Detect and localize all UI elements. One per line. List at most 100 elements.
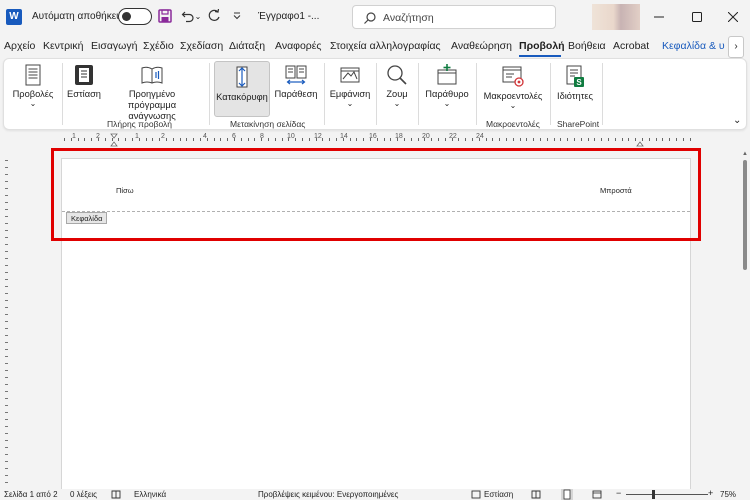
word-app-icon[interactable]: W — [6, 9, 22, 25]
zoom-level[interactable]: 75% — [720, 490, 736, 499]
focus-icon — [75, 65, 93, 85]
vertical-ruler-tick — [5, 223, 8, 224]
ribbon-scroll-right-icon[interactable]: › — [728, 36, 744, 58]
tab-mailings[interactable]: Στοιχεία αλληλογραφίας — [330, 40, 441, 52]
group-label-immersive: Πλήρης προβολή — [107, 119, 172, 129]
right-indent-marker-icon[interactable] — [636, 133, 644, 147]
focus-mode-icon[interactable] — [471, 490, 481, 499]
language[interactable]: Ελληνικά — [134, 490, 166, 499]
vertical-ruler-tick — [5, 265, 8, 266]
ruler-tick — [282, 138, 283, 141]
status-bar: Σελίδα 1 από 2 0 λέξεις Ελληνικά Προβλέψ… — [0, 488, 750, 500]
tab-references[interactable]: Αναφορές — [275, 40, 322, 52]
scroll-up-icon[interactable]: ▲ — [742, 151, 748, 157]
properties-button[interactable]: S Ιδιότητες — [552, 61, 598, 117]
redo-icon[interactable] — [206, 8, 222, 24]
horizontal-ruler[interactable]: 1 2 1 2 4 6 8 10 12 14 16 18 20 22 24 — [0, 133, 740, 147]
autosave-toggle[interactable] — [118, 8, 152, 25]
ruler-tick — [105, 138, 106, 141]
tab-draw[interactable]: Σχέδιο — [143, 40, 174, 52]
document-title[interactable]: Έγγραφο1 -... — [258, 11, 319, 22]
tab-insert[interactable]: Εισαγωγή — [91, 40, 137, 52]
proofing-icon[interactable] — [111, 490, 121, 499]
read-mode-icon[interactable] — [531, 490, 541, 499]
views-button[interactable]: Προβολές ⌄ — [8, 61, 58, 117]
zoom-slider-thumb[interactable] — [652, 490, 655, 499]
account-avatar[interactable] — [592, 4, 640, 30]
ruler-tick — [193, 138, 194, 141]
ribbon-separator — [418, 63, 419, 125]
ruler-number: 10 — [287, 133, 295, 140]
zoom-in-icon[interactable]: + — [708, 488, 713, 498]
vertical-ruler-tick — [5, 447, 8, 448]
vertical-ruler-tick — [5, 237, 8, 238]
ribbon-separator — [550, 63, 551, 125]
zoom-slider-track[interactable] — [626, 494, 708, 495]
macros-button[interactable]: Μακροεντολές ⌄ — [478, 61, 548, 117]
ruler-number: 16 — [369, 133, 377, 140]
ruler-tick — [322, 138, 323, 141]
vertical-ruler-tick — [5, 440, 8, 441]
tab-header-footer[interactable]: Κεφαλίδα & υ — [662, 40, 725, 52]
show-button[interactable]: Εμφάνιση ⌄ — [326, 61, 374, 117]
immersive-reader-icon — [141, 66, 163, 84]
immersive-reader-button[interactable]: Προηγμένο πρόγραμμα ανάγνωσης — [104, 61, 200, 121]
page-count[interactable]: Σελίδα 1 από 2 — [4, 490, 58, 499]
tab-file[interactable]: Αρχείο — [4, 40, 35, 52]
save-icon[interactable] — [157, 8, 173, 24]
new-window-icon — [437, 64, 457, 85]
window-button[interactable]: Παράθυρο ⌄ — [420, 61, 474, 117]
vertical-ruler-tick — [5, 300, 8, 301]
ruler-tick — [180, 138, 181, 141]
tab-home[interactable]: Κεντρική — [43, 40, 83, 52]
undo-dropdown-icon[interactable]: ⌄ — [193, 8, 203, 24]
focus-button[interactable]: Εστίαση — [64, 61, 104, 117]
ribbon-separator — [62, 63, 63, 125]
print-layout-icon[interactable] — [561, 489, 573, 500]
tab-design[interactable]: Σχεδίαση — [180, 40, 223, 52]
ruler-tick — [125, 138, 126, 141]
vertical-ruler-tick — [5, 342, 8, 343]
zoom-button[interactable]: Ζουμ ⌄ — [378, 61, 416, 117]
ruler-tick — [547, 138, 548, 141]
vertical-ruler[interactable] — [0, 150, 12, 490]
ruler-tick — [309, 138, 310, 141]
web-layout-icon[interactable] — [592, 490, 602, 499]
left-indent-marker-icon[interactable] — [110, 133, 118, 147]
scrollbar-thumb[interactable] — [743, 160, 747, 270]
vertical-ruler-tick — [5, 384, 8, 385]
ribbon-separator — [376, 63, 377, 125]
close-icon[interactable] — [722, 6, 744, 28]
tab-view[interactable]: Προβολή — [519, 40, 565, 52]
vertical-ruler-tick — [5, 272, 8, 273]
side-to-side-button[interactable]: Παράθεση — [272, 61, 320, 117]
customize-toolbar-icon[interactable] — [229, 8, 245, 24]
maximize-icon[interactable] — [686, 6, 708, 28]
macros-chevron-icon: ⌄ — [509, 101, 517, 110]
vertical-button[interactable]: Κατακόρυφη — [214, 61, 270, 117]
tab-review[interactable]: Αναθεώρηση — [451, 40, 512, 52]
vertical-ruler-tick — [5, 286, 8, 287]
side-to-side-icon — [285, 65, 307, 85]
ruler-tick — [302, 138, 303, 141]
title-bar: W Αυτόματη αποθήκευση ⌄ Έγγραφο1 -... Αν… — [0, 0, 750, 34]
minimize-icon[interactable] — [648, 6, 670, 28]
sharepoint-properties-icon: S — [566, 65, 584, 87]
ruler-tick — [356, 138, 357, 141]
search-box[interactable]: Αναζήτηση — [352, 5, 556, 29]
tab-layout[interactable]: Διάταξη — [229, 40, 265, 52]
collapse-ribbon-icon[interactable]: ⌄ — [733, 115, 741, 126]
ruler-number: 20 — [422, 133, 430, 140]
ruler-tick — [560, 138, 561, 141]
tab-acrobat[interactable]: Acrobat — [613, 40, 649, 52]
ruler-tick — [363, 138, 364, 141]
ribbon-tabs: Αρχείο Κεντρική Εισαγωγή Σχέδιο Σχεδίαση… — [0, 36, 750, 56]
ribbon-view: Προβολές ⌄ Εστίαση Προηγμένο πρόγραμμα αν… — [3, 58, 747, 130]
text-predictions[interactable]: Προβλέψεις κειμένου: Ενεργοποιημένες — [258, 490, 398, 499]
vertical-ruler-tick — [5, 279, 8, 280]
word-count[interactable]: 0 λέξεις — [70, 490, 97, 499]
zoom-out-icon[interactable]: − — [616, 488, 621, 498]
ruler-tick — [173, 138, 174, 141]
tab-help[interactable]: Βοήθεια — [568, 40, 606, 52]
focus-mode[interactable]: Εστίαση — [484, 490, 513, 499]
